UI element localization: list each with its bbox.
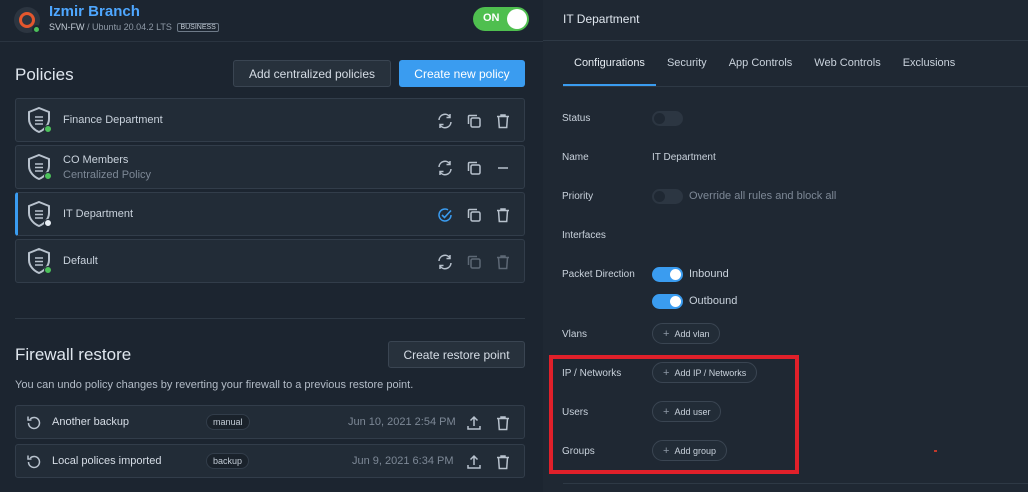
header-divider	[543, 40, 1028, 41]
policy-subtitle: Centralized Policy	[63, 169, 152, 181]
copy-icon[interactable]	[465, 159, 483, 177]
tabs-divider	[563, 86, 1028, 87]
policy-name: Finance Department	[63, 114, 163, 126]
restore-row[interactable]: Another backup manual Jun 10, 2021 2:54 …	[15, 405, 525, 439]
separator: /	[87, 22, 90, 32]
restore-date: Jun 10, 2021 2:54 PM	[348, 416, 456, 428]
device-header: Izmir Branch SVN-FW / Ubuntu 20.04.2 LTS…	[0, 0, 543, 42]
status-toggle[interactable]	[652, 111, 683, 126]
priority-option-label: Override all rules and block all	[689, 190, 837, 202]
packet-direction-label: Packet Direction	[562, 269, 635, 280]
priority-toggle[interactable]	[652, 189, 683, 204]
copy-icon-disabled	[465, 253, 483, 271]
check-circle-icon[interactable]	[436, 206, 454, 224]
add-vlan-button[interactable]: + Add vlan	[652, 323, 721, 344]
power-toggle[interactable]: ON	[473, 7, 529, 31]
name-label: Name	[562, 152, 589, 163]
trash-icon-disabled	[494, 253, 512, 271]
copy-icon[interactable]	[465, 112, 483, 130]
policies-title: Policies	[15, 65, 74, 84]
sync-icon[interactable]	[436, 112, 454, 130]
outbound-label: Outbound	[689, 295, 738, 307]
highlight-annotation-box	[549, 355, 799, 474]
trash-icon[interactable]	[494, 112, 512, 130]
restore-tag: manual	[206, 414, 250, 430]
trash-icon[interactable]	[494, 206, 512, 224]
sync-icon[interactable]	[436, 253, 454, 271]
create-new-policy-button[interactable]: Create new policy	[399, 60, 525, 87]
restore-tag: backup	[206, 453, 250, 469]
policy-row[interactable]: Finance Department	[15, 98, 525, 142]
interfaces-label: Interfaces	[562, 230, 606, 241]
shield-icon	[27, 154, 52, 180]
tab-exclusions[interactable]: Exclusions	[892, 42, 967, 86]
tab-configurations[interactable]: Configurations	[563, 42, 656, 86]
plus-icon: +	[663, 327, 670, 340]
name-value: IT Department	[652, 152, 716, 163]
sync-icon[interactable]	[436, 159, 454, 177]
restore-description: You can undo policy changes by reverting…	[15, 379, 414, 391]
inbound-label: Inbound	[689, 268, 729, 280]
hostname: SVN-FW	[49, 22, 85, 32]
stray-mark	[934, 450, 937, 452]
status-label: Status	[562, 113, 591, 124]
status-dot	[44, 125, 52, 133]
restore-date: Jun 9, 2021 6:34 PM	[352, 455, 454, 467]
device-subtitle: SVN-FW / Ubuntu 20.04.2 LTS BUSINESS	[49, 22, 219, 32]
tab-security[interactable]: Security	[656, 42, 718, 86]
policy-name: IT Department	[63, 208, 134, 220]
add-centralized-policies-button[interactable]: Add centralized policies	[233, 60, 391, 87]
copy-icon[interactable]	[465, 206, 483, 224]
history-icon	[25, 453, 43, 471]
power-toggle-label: ON	[483, 12, 500, 24]
policy-row[interactable]: CO Members Centralized Policy	[15, 145, 525, 189]
priority-label: Priority	[562, 191, 594, 202]
minus-icon[interactable]	[494, 159, 512, 177]
vlans-label: Vlans	[562, 329, 588, 340]
shield-icon	[27, 201, 52, 227]
section-divider	[15, 318, 525, 319]
os-version: Ubuntu 20.04.2 LTS	[92, 22, 172, 32]
policy-row-selected[interactable]: IT Department	[15, 192, 525, 236]
firewall-restore-title: Firewall restore	[15, 345, 132, 364]
tab-app-controls[interactable]: App Controls	[718, 42, 804, 86]
policy-name: CO Members	[63, 154, 129, 166]
policy-row[interactable]: Default	[15, 239, 525, 283]
trash-icon[interactable]	[494, 453, 512, 471]
shield-icon	[27, 248, 52, 274]
left-panel: Izmir Branch SVN-FW / Ubuntu 20.04.2 LTS…	[0, 0, 543, 492]
add-vlan-label: Add vlan	[674, 328, 710, 339]
detail-tabs: Configurations Security App Controls Web…	[563, 42, 966, 86]
upload-icon[interactable]	[465, 414, 483, 432]
status-dot	[44, 219, 52, 227]
restore-name: Local polices imported	[52, 455, 162, 467]
create-restore-point-button[interactable]: Create restore point	[388, 341, 525, 368]
inbound-toggle[interactable]	[652, 267, 683, 282]
bottom-divider	[563, 483, 1028, 484]
trash-icon[interactable]	[494, 414, 512, 432]
status-dot	[44, 266, 52, 274]
tab-web-controls[interactable]: Web Controls	[803, 42, 891, 86]
ubuntu-logo-icon	[14, 7, 41, 34]
restore-row[interactable]: Local polices imported backup Jun 9, 202…	[15, 444, 525, 478]
status-dot	[44, 172, 52, 180]
shield-icon	[27, 107, 52, 133]
toggle-knob	[507, 9, 527, 29]
online-status-dot	[32, 25, 41, 34]
detail-title: IT Department	[563, 12, 640, 26]
upload-icon[interactable]	[465, 453, 483, 471]
restore-name: Another backup	[52, 416, 130, 428]
edition-badge: BUSINESS	[177, 23, 219, 32]
outbound-toggle[interactable]	[652, 294, 683, 309]
device-name[interactable]: Izmir Branch	[49, 3, 140, 20]
history-icon	[25, 414, 43, 432]
policy-name: Default	[63, 255, 98, 267]
